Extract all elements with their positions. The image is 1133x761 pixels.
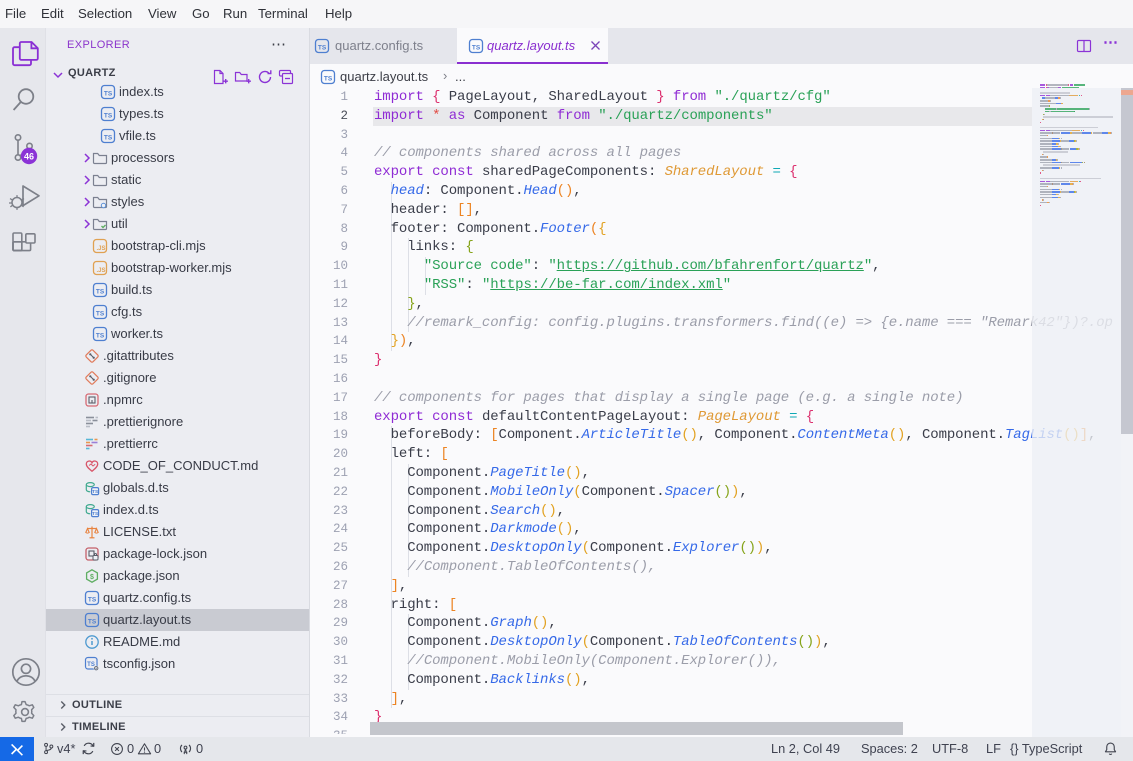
svg-text:TS: TS xyxy=(88,597,97,604)
svg-text:TS: TS xyxy=(92,489,99,495)
svg-text:46: 46 xyxy=(24,151,34,161)
svg-text:TS: TS xyxy=(104,91,113,98)
svg-text:TS: TS xyxy=(88,619,97,626)
svg-text:.JS: .JS xyxy=(96,246,105,252)
svg-text:TS: TS xyxy=(324,76,333,83)
svg-text:TS: TS xyxy=(104,135,113,142)
svg-text:TS: TS xyxy=(87,662,95,668)
svg-text:TS: TS xyxy=(104,113,113,120)
svg-text:TS: TS xyxy=(92,511,99,517)
svg-text:TS: TS xyxy=(318,45,327,52)
svg-text:.JS: .JS xyxy=(96,268,105,274)
svg-text:TS: TS xyxy=(472,45,481,52)
svg-text:$: $ xyxy=(90,574,94,581)
svg-text:TS: TS xyxy=(96,333,105,340)
svg-text:TS: TS xyxy=(96,289,105,296)
svg-text:TS: TS xyxy=(96,311,105,318)
